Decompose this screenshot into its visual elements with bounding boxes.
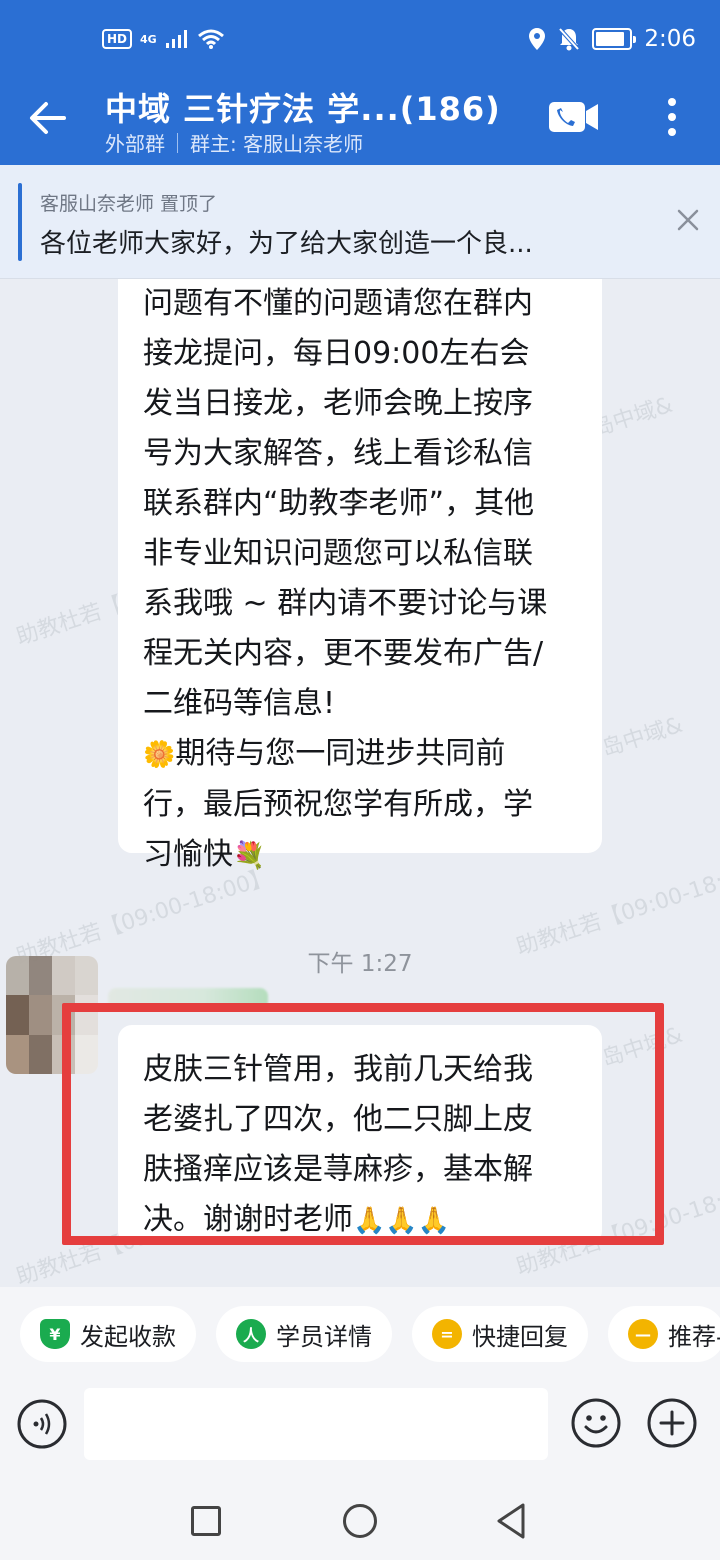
quick-action-label: 推荐- (668, 1322, 720, 1351)
sender-name (108, 988, 268, 1010)
message-line: 号为大家解答，线上看诊私信 (143, 436, 533, 471)
back-arrow-icon[interactable] (28, 96, 68, 140)
message-timestamp: 下午 1:27 (307, 951, 413, 977)
recommend-button[interactable]: — 推荐- (608, 1306, 720, 1362)
flower-emoji: 🌼 (143, 740, 176, 770)
payment-shield-icon: ¥ (40, 1319, 70, 1349)
quick-actions-bar: ¥ 发起收款 人 学员详情 = 快捷回复 — 推荐- (0, 1287, 720, 1387)
message-text: 皮肤三针管用，我前几天给我 老婆扎了四次，他二只脚上皮 肤搔痒应该是荨麻疹，基本… (118, 1025, 602, 1246)
more-options-icon[interactable] (656, 94, 688, 140)
close-icon[interactable] (674, 206, 702, 234)
group-type-label: 外部群 (105, 132, 165, 156)
message-line-text: 习愉快 (143, 837, 233, 872)
message-line: 联系群内“助教李老师”，其他 (143, 486, 535, 521)
group-owner-label: 群主: 客服山奈老师 (190, 132, 364, 156)
group-subtitle: 外部群 群主: 客服山奈老师 (105, 128, 363, 157)
student-details-button[interactable]: 人 学员详情 (216, 1306, 392, 1362)
network-label: 4G (140, 32, 157, 46)
message-bubble[interactable]: 问题有不懂的问题请您在群内 接龙提问，每日09:00左右会 发当日接龙，老师会晚… (118, 279, 602, 872)
person-icon: 人 (236, 1319, 266, 1349)
message-line: 🌼期待与您一同进步共同前 (143, 729, 580, 780)
pinned-author: 客服山奈老师 置顶了 (40, 193, 218, 215)
bouquet-emoji: 💐 (233, 841, 266, 871)
recent-apps-icon[interactable] (191, 1506, 221, 1536)
mute-bell-icon (558, 27, 580, 51)
message-text: 问题有不懂的问题请您在群内 接龙提问，每日09:00左右会 发当日接龙，老师会晚… (118, 279, 602, 881)
message-line: 老婆扎了四次，他二只脚上皮 (143, 1102, 533, 1137)
plus-icon[interactable] (646, 1397, 698, 1449)
message-line: 接龙提问，每日09:00左右会 (143, 336, 530, 371)
message-line: 行，最后预祝您学有所成，学 (143, 787, 533, 822)
hd-badge: HD (102, 29, 133, 49)
quick-action-label: 学员详情 (276, 1322, 372, 1351)
wifi-icon (197, 29, 224, 49)
message-line: 皮肤三针管用，我前几天给我 (143, 1052, 533, 1087)
app-header: HD 4G 2:06 中域 三针疗法 学...(186) 外部群 群主: 客服山… (0, 0, 720, 165)
message-input[interactable] (84, 1388, 548, 1460)
group-title[interactable]: 中域 三针疗法 学...(186) (105, 84, 501, 130)
message-line: 系我哦 ~ 群内请不要讨论与课 (143, 586, 548, 621)
start-payment-button[interactable]: ¥ 发起收款 (20, 1306, 196, 1362)
message-line: 肤搔痒应该是荨麻疹，基本解 (143, 1152, 533, 1187)
message-line-text: 期待与您一同进步共同前 (175, 736, 506, 771)
watermark: 岛中域& (598, 1022, 686, 1073)
watermark: 岛中域& (598, 712, 686, 763)
message-line: 程无关内容，更不要发布广告/ (143, 636, 544, 671)
pinned-text: 各位老师大家好，为了给大家创造一个良... (40, 229, 533, 259)
nav-back-icon[interactable] (494, 1502, 528, 1540)
avatar[interactable] (6, 956, 98, 1074)
message-line-text: 决。谢谢时老师 (143, 1202, 353, 1237)
emoji-icon[interactable] (570, 1397, 622, 1449)
quick-reply-button[interactable]: = 快捷回复 (412, 1306, 588, 1362)
message-line: 发当日接龙，老师会晚上按序 (143, 386, 533, 421)
battery-icon (592, 28, 637, 50)
video-call-icon[interactable] (548, 98, 600, 136)
pinned-message[interactable]: 客服山奈老师 置顶了 各位老师大家好，为了给大家创造一个良... (0, 165, 720, 279)
status-time: 2:06 (644, 26, 696, 52)
message-line: 决。谢谢时老师🙏🙏🙏 (143, 1195, 580, 1246)
status-right: 2:06 (528, 26, 696, 52)
quick-action-label: 快捷回复 (472, 1322, 568, 1351)
message-line: 二维码等信息! (143, 686, 336, 721)
status-bar: HD 4G 2:06 (0, 0, 720, 84)
location-icon (529, 28, 546, 50)
message-bubble[interactable]: 皮肤三针管用，我前几天给我 老婆扎了四次，他二只脚上皮 肤搔痒应该是荨麻疹，基本… (118, 1025, 602, 1245)
message-line: 非专业知识问题您可以私信联 (143, 536, 533, 571)
subtitle-divider (177, 132, 178, 153)
pinned-accent-bar (18, 183, 22, 261)
message-line: 问题有不懂的问题请您在群内 (143, 286, 533, 321)
recommend-icon: — (628, 1319, 658, 1349)
voice-input-icon[interactable] (16, 1398, 68, 1450)
quick-action-label: 发起收款 (80, 1322, 176, 1351)
signal-icon (165, 30, 187, 48)
message-line: 习愉快💐 (143, 830, 580, 881)
chat-bubble-icon: = (432, 1319, 462, 1349)
home-icon[interactable] (343, 1504, 377, 1538)
status-left: HD 4G (102, 28, 225, 50)
pray-emoji: 🙏🙏🙏 (353, 1206, 451, 1236)
